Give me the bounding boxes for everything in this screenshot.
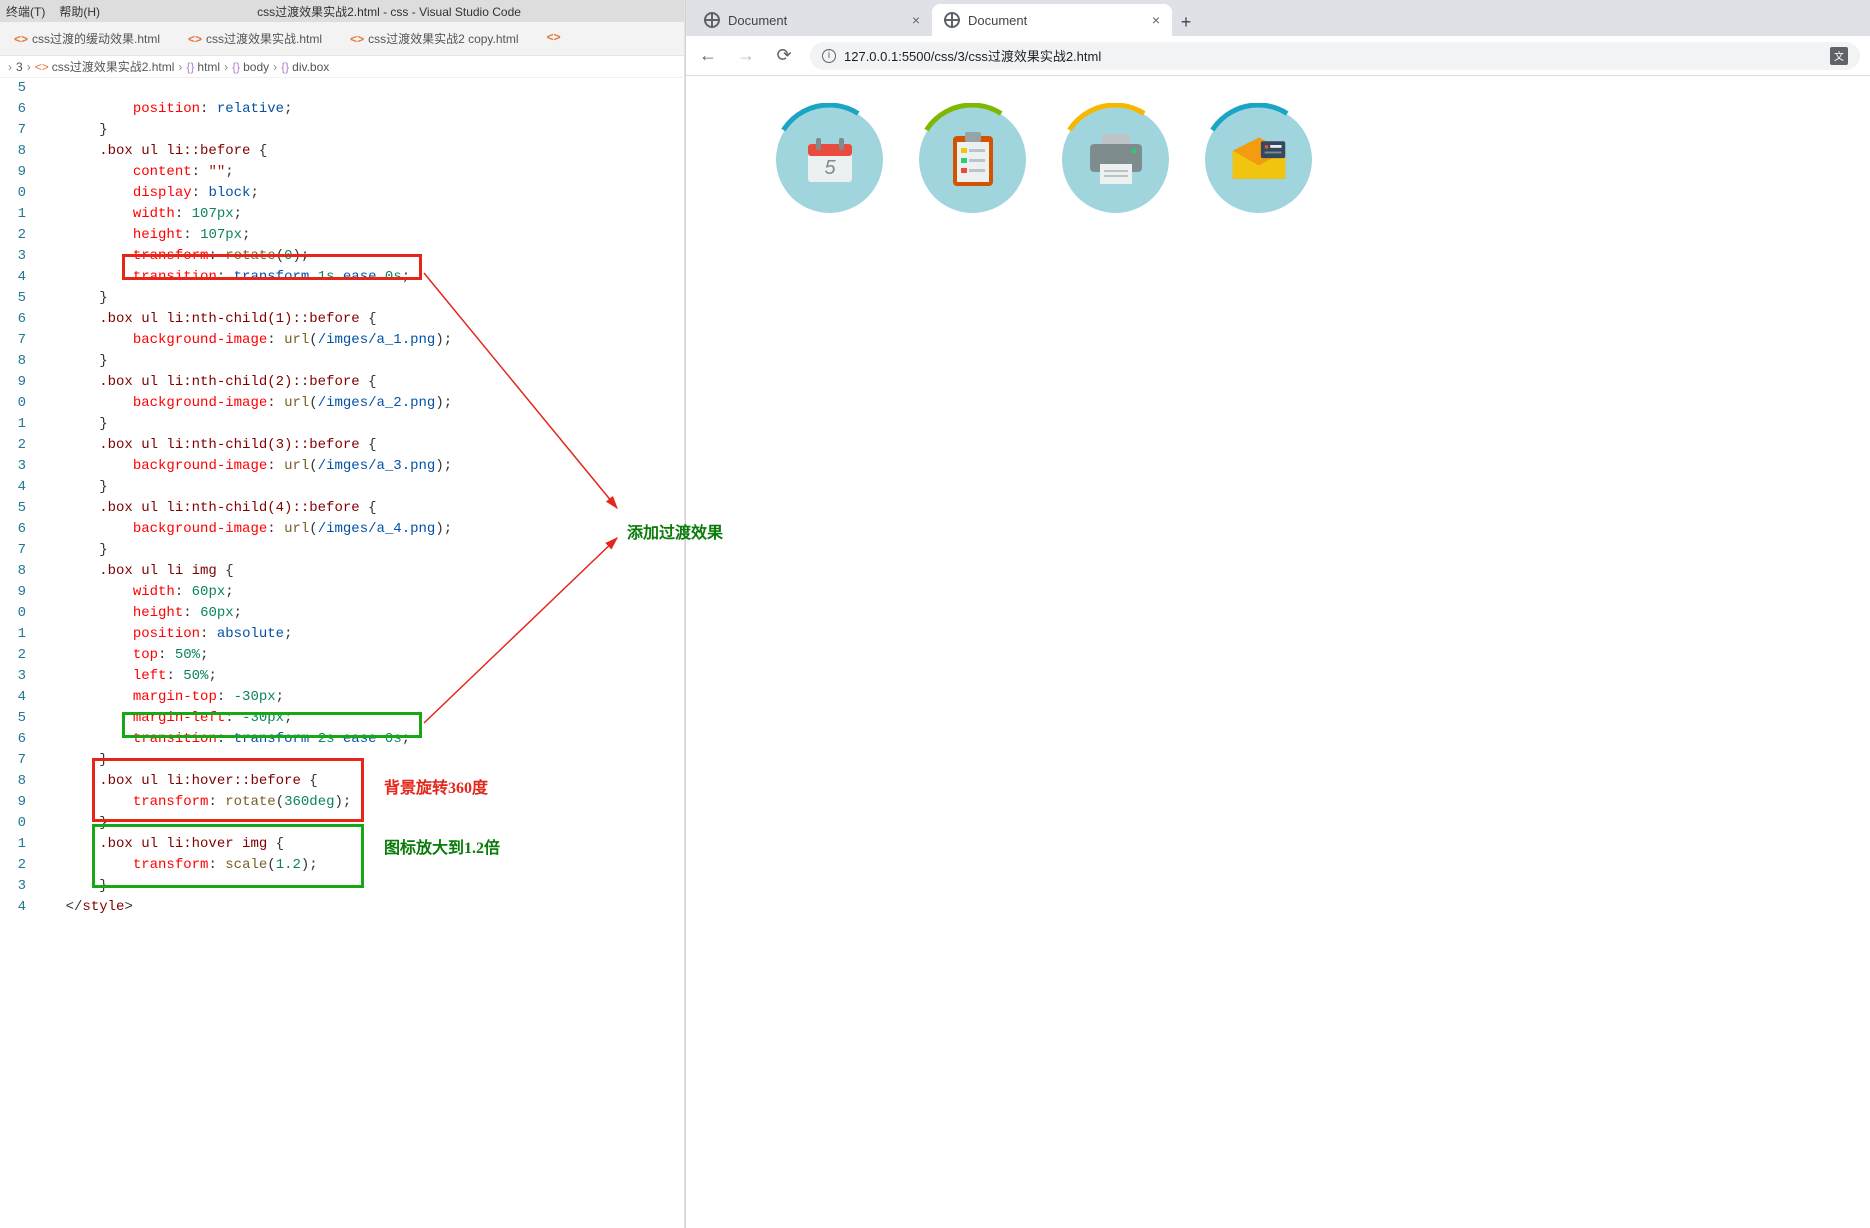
browser-panel: Document × Document × + ← → ⟳ i 127.0.0.… [685, 0, 1870, 1228]
brackets-icon: {} [232, 60, 240, 74]
arc-decoration [773, 103, 886, 216]
vscode-menubar: 终端(T) 帮助(H) css过渡效果实战2.html - css - Visu… [0, 0, 684, 22]
url-text: 127.0.0.1:5500/css/3/css过渡效果实战2.html [844, 46, 1101, 65]
list-item[interactable]: 5 [776, 106, 883, 213]
close-icon[interactable]: × [1152, 12, 1160, 28]
tab-label: css过渡效果实战.html [206, 30, 322, 47]
list-item[interactable] [1205, 106, 1312, 213]
globe-icon [704, 12, 720, 28]
line-gutter: 5678901234567890123456789012345678901234 [0, 78, 32, 1228]
breadcrumb-item[interactable]: {}body [232, 60, 269, 74]
file-icon: <> [547, 30, 561, 44]
new-tab-button[interactable]: + [1172, 8, 1200, 36]
reload-button[interactable]: ⟳ [772, 45, 796, 66]
tab-label: css过渡效果实战2 copy.html [368, 30, 518, 47]
editor-tab[interactable]: <> css过渡效果实战.html [174, 22, 336, 55]
back-button[interactable]: ← [696, 45, 720, 66]
arc-decoration [1202, 103, 1315, 216]
site-info-icon[interactable]: i [822, 49, 836, 63]
file-icon: <> [14, 32, 28, 46]
window-title: css过渡效果实战2.html - css - Visual Studio Co… [114, 3, 664, 20]
editor-tab[interactable]: <> css过渡的缓动效果.html [0, 22, 174, 55]
editor-tab[interactable]: <> [533, 22, 575, 52]
menu-terminal[interactable]: 终端(T) [6, 3, 45, 20]
editor-tab[interactable]: <> css过渡效果实战2 copy.html [336, 22, 533, 55]
code-area[interactable]: position: relative; } .box ul li::before… [32, 78, 684, 1228]
close-icon[interactable]: × [912, 12, 920, 28]
arc-decoration [916, 103, 1029, 216]
tab-title: Document [728, 13, 787, 28]
address-bar[interactable]: i 127.0.0.1:5500/css/3/css过渡效果实战2.html 文 [810, 42, 1860, 70]
list-item[interactable] [1062, 106, 1169, 213]
page-content: 5 [686, 76, 1870, 1228]
code-editor[interactable]: 5678901234567890123456789012345678901234… [0, 78, 684, 1228]
icon-list: 5 [776, 106, 1780, 213]
annotation-label-scale: 图标放大到1.2倍 [384, 838, 500, 859]
brackets-icon: {} [281, 60, 289, 74]
browser-tab[interactable]: Document × [692, 4, 932, 36]
globe-icon [944, 12, 960, 28]
list-item[interactable] [919, 106, 1026, 213]
vscode-panel: 终端(T) 帮助(H) css过渡效果实战2.html - css - Visu… [0, 0, 685, 1228]
breadcrumb-item[interactable]: {}div.box [281, 60, 329, 74]
brackets-icon: {} [186, 60, 194, 74]
file-icon: <> [35, 60, 49, 74]
arc-decoration [1059, 103, 1172, 216]
tab-label: css过渡的缓动效果.html [32, 30, 160, 47]
annotation-label-rotate: 背景旋转360度 [384, 778, 488, 799]
breadcrumb[interactable]: › 3 › <>css过渡效果实战2.html › {}html › {}bod… [0, 56, 684, 78]
browser-toolbar: ← → ⟳ i 127.0.0.1:5500/css/3/css过渡效果实战2.… [686, 36, 1870, 76]
editor-tabs: <> css过渡的缓动效果.html <> css过渡效果实战.html <> css… [0, 22, 684, 56]
translate-icon[interactable]: 文 [1830, 47, 1848, 65]
breadcrumb-item[interactable]: {}html [186, 60, 220, 74]
menu-help[interactable]: 帮助(H) [59, 3, 100, 20]
browser-tab-strip: Document × Document × + [686, 0, 1870, 36]
annotation-label-transition: 添加过渡效果 [627, 523, 723, 544]
file-icon: <> [188, 32, 202, 46]
breadcrumb-item[interactable]: <>css过渡效果实战2.html [35, 58, 175, 75]
forward-button[interactable]: → [734, 45, 758, 66]
file-icon: <> [350, 32, 364, 46]
browser-tab-active[interactable]: Document × [932, 4, 1172, 36]
tab-title: Document [968, 13, 1027, 28]
breadcrumb-item[interactable]: 3 [16, 60, 23, 74]
